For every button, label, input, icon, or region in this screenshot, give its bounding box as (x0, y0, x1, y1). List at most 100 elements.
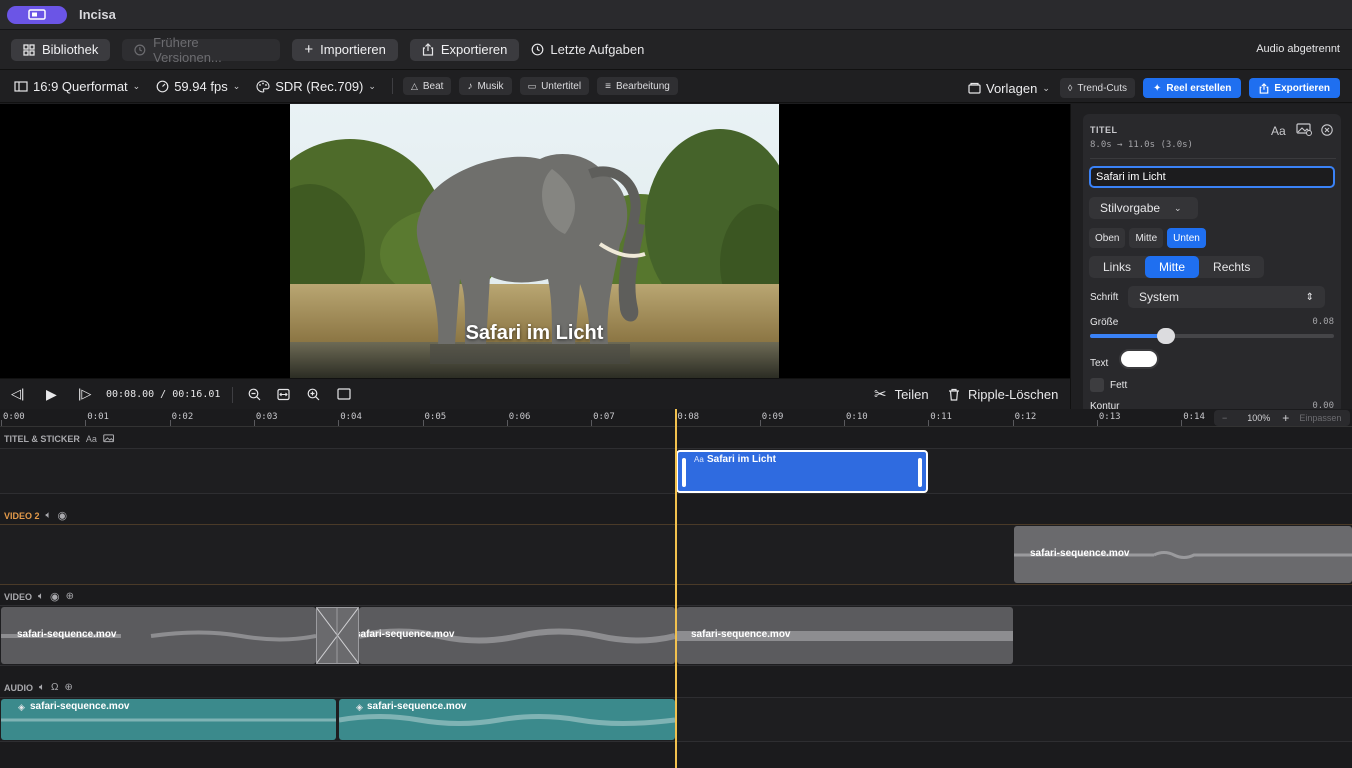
align-left-button[interactable]: Links (1089, 256, 1145, 278)
speaker-icon[interactable]: 🔈︎ (46, 510, 52, 521)
waveform-icon: ◈ (18, 702, 25, 712)
transition-marker[interactable] (315, 606, 360, 665)
text-style-icon[interactable]: Aa (1271, 124, 1286, 138)
split-button[interactable]: ✂ Teilen (874, 385, 929, 403)
template-icon (968, 82, 981, 94)
preview-caption[interactable]: Safari im Licht (290, 322, 779, 345)
skip-forward-icon[interactable]: |▷ (78, 386, 91, 402)
flame-icon: ◊ (1067, 83, 1073, 93)
zoom-plus-button[interactable]: + (1282, 411, 1289, 425)
style-preset-dropdown[interactable]: Stilvorgabe ⌄ (1089, 197, 1198, 219)
zoom-out-icon[interactable] (248, 388, 261, 401)
music-chip[interactable]: ♪ Musik (459, 77, 512, 95)
title-text-input[interactable]: Safari im Licht (1089, 166, 1335, 188)
video-clip-3[interactable]: safari-sequence.mov (677, 607, 1013, 664)
font-value: System (1139, 290, 1180, 304)
inspector-panel: TITEL 8.0s → 11.0s (3.0s) Aa Safari im L… (1070, 104, 1352, 414)
image-overlay-icon[interactable] (1296, 123, 1312, 136)
ruler-tick-label: 0:00 (3, 412, 25, 422)
ripple-delete-button[interactable]: Ripple-Löschen (948, 387, 1058, 402)
zoom-value: 100% (1247, 413, 1271, 423)
share-icon (1260, 82, 1269, 94)
waveform-icon: ◈ (356, 702, 363, 712)
timecode: 00:08.00 / 00:16.01 (106, 388, 221, 400)
title-bar: Incisa (0, 0, 1352, 30)
ruler-tick-label: 0:10 (846, 412, 868, 422)
image-overlay-icon[interactable] (103, 434, 115, 444)
ruler-tick-mark (422, 420, 424, 426)
trim-handle-right[interactable] (918, 458, 922, 487)
fps-dropdown[interactable]: 59.94 fps ⌄ (156, 79, 240, 94)
toolbar-divider (391, 78, 393, 94)
play-icon[interactable]: ▶ (46, 386, 57, 403)
ruler-tick-mark (169, 420, 171, 426)
selection-box-icon[interactable] (337, 388, 351, 400)
speaker-icon[interactable]: 🔈︎ (38, 591, 44, 602)
video-frame[interactable]: Safari im Licht (290, 104, 779, 378)
position-top-button[interactable]: Oben (1089, 228, 1126, 248)
eye-icon[interactable]: ◉ (50, 590, 60, 603)
color-space-dropdown[interactable]: SDR (Rec.709) ⌄ (256, 79, 376, 94)
headphones-icon[interactable]: Ω (51, 682, 58, 693)
library-label: Bibliothek (42, 42, 99, 57)
ruler-tick-mark (85, 420, 87, 426)
video2-clip[interactable]: safari-sequence.mov (1014, 526, 1352, 583)
close-icon[interactable] (1321, 124, 1333, 136)
position-middle-button[interactable]: Mitte (1129, 228, 1164, 248)
cross-dissolve-icon (315, 606, 360, 665)
aspect-ratio-dropdown[interactable]: 16:9 Querformat ⌄ (14, 79, 140, 94)
skip-back-icon[interactable]: ◁| (11, 386, 24, 402)
beat-chip[interactable]: △ Beat (402, 77, 452, 95)
export-primary-button[interactable]: Exportieren (1249, 78, 1340, 98)
subtitles-chip[interactable]: ▭ Untertitel (519, 77, 590, 95)
track-name: VIDEO (4, 591, 33, 602)
track-header-titles: TITEL & STICKER Aa (4, 434, 115, 444)
title-clip[interactable]: Aa Safari im Licht (676, 450, 928, 493)
size-slider-knob[interactable] (1156, 328, 1175, 344)
add-circle-icon[interactable]: ⊕ (66, 591, 74, 602)
fit-button[interactable]: Einpassen (1299, 413, 1341, 423)
versions-button[interactable]: Frühere Versionen... (122, 35, 281, 65)
recent-tasks-button[interactable]: Letzte Aufgaben (531, 42, 644, 57)
export-button[interactable]: Exportieren (409, 38, 520, 61)
font-dropdown[interactable]: System ⇕ (1128, 286, 1325, 308)
zoom-minus-button[interactable]: − (1222, 413, 1227, 423)
align-center-button[interactable]: Mitte (1145, 256, 1200, 278)
add-circle-icon[interactable]: ⊕ (64, 682, 72, 693)
templates-dropdown[interactable]: Vorlagen ⌄ (968, 81, 1050, 96)
beat-label: Beat (422, 80, 444, 92)
position-bottom-button[interactable]: Unten (1167, 228, 1206, 248)
audio-clip-2[interactable]: ◈ safari-sequence.mov (339, 699, 675, 740)
size-slider[interactable] (1090, 328, 1334, 344)
eye-icon[interactable]: ◉ (58, 509, 68, 522)
palette-icon (256, 79, 270, 93)
audio-clip-1[interactable]: ◈ safari-sequence.mov (1, 699, 336, 740)
trim-handle-left[interactable] (682, 458, 686, 487)
aspect-value: 16:9 Querformat (33, 78, 128, 94)
fit-width-icon[interactable] (277, 388, 290, 401)
templates-label: Vorlagen (986, 80, 1038, 96)
playhead[interactable] (675, 409, 677, 768)
title-inspector-card: TITEL 8.0s → 11.0s (3.0s) Aa Safari im L… (1083, 114, 1341, 414)
import-label: Importieren (320, 42, 386, 57)
video-clip-2[interactable]: safari-sequence.mov (359, 607, 675, 664)
bold-checkbox[interactable] (1090, 378, 1104, 392)
ruler-tick-mark (1181, 420, 1183, 426)
speaker-icon[interactable]: 🔈︎ (39, 682, 45, 693)
text-color-swatch[interactable] (1119, 349, 1159, 369)
text-icon[interactable]: Aa (86, 434, 97, 444)
app-icon-badge[interactable] (7, 5, 67, 24)
video-clip-1[interactable]: safari-sequence.mov (1, 607, 316, 664)
trend-cuts-chip[interactable]: ◊ Trend-Cuts (1059, 78, 1135, 98)
font-label: Schrift (1090, 292, 1119, 303)
trend-cuts-label: Trend-Cuts (1077, 82, 1127, 94)
ruler-tick-mark (759, 420, 761, 426)
title-text-value: Safari im Licht (1096, 171, 1166, 183)
history-icon (134, 44, 146, 55)
create-reel-button[interactable]: ✦ Reel erstellen (1142, 78, 1242, 98)
align-right-button[interactable]: Rechts (1199, 256, 1264, 278)
editing-chip[interactable]: ≡ Bearbeitung (597, 77, 678, 95)
library-button[interactable]: Bibliothek (11, 38, 111, 61)
zoom-in-icon[interactable] (307, 388, 320, 401)
import-button[interactable]: + Importieren (292, 38, 398, 61)
